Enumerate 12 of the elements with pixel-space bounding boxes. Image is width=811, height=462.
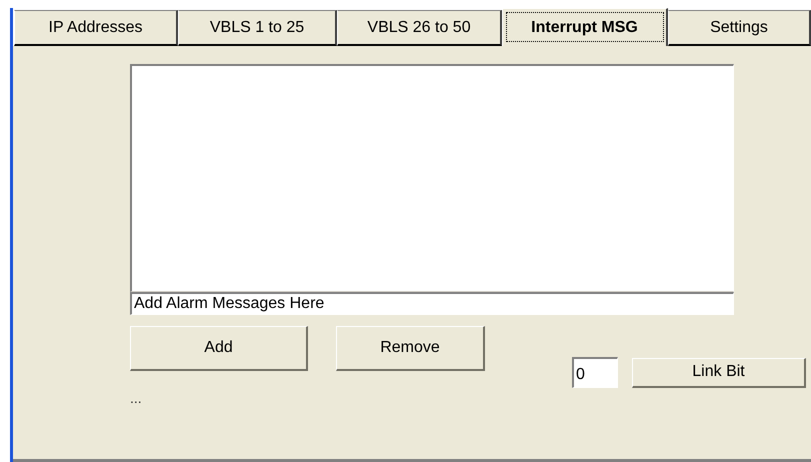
tab[interactable]: IP Addresses (14, 10, 178, 46)
add-button[interactable]: Add (130, 326, 308, 371)
message-field[interactable]: Add Alarm Messages Here (130, 292, 734, 315)
bit-field[interactable]: 0 (572, 357, 618, 388)
status-text: ... (130, 390, 142, 406)
link-bit-button[interactable]: Link Bit (632, 358, 806, 388)
remove-button[interactable]: Remove (336, 326, 485, 371)
tab[interactable]: VBLS 1 to 25 (178, 10, 337, 46)
tab[interactable]: Interrupt MSG (502, 8, 668, 46)
message-list[interactable] (130, 64, 734, 292)
tab[interactable]: VBLS 26 to 50 (337, 10, 502, 46)
tab[interactable]: Settings (668, 10, 811, 46)
